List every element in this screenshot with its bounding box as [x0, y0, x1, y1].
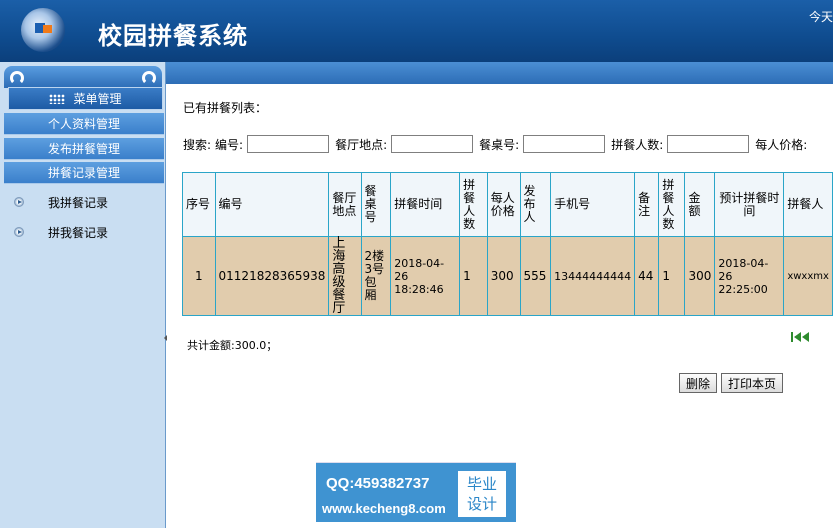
search-label: 搜索: — [183, 137, 212, 152]
col-header: 拼餐人 — [783, 172, 833, 237]
list-title: 已有拼餐列表： — [183, 101, 268, 115]
watermark-badge-line: 设计 — [466, 495, 497, 513]
cell-index: 1 — [182, 236, 216, 316]
col-header: 编号 — [214, 172, 330, 237]
sidebar-item-records[interactable]: 拼餐记录管理 — [4, 162, 164, 184]
sidebar-menu-header[interactable]: 菜单管理 — [8, 87, 163, 110]
cell-note: 44 — [634, 236, 660, 316]
col-header: 备注 — [634, 172, 660, 237]
cell-joined-count: 1 — [658, 236, 686, 316]
search-label-price: 每人价格: — [755, 137, 808, 152]
watermark-qq: QQ:459382737 — [326, 475, 430, 492]
table-row[interactable]: 1 01121828365938 上海高级餐厅 2楼3号包厢 2018-04-2… — [182, 236, 833, 316]
col-header: 餐厅地点 — [328, 172, 362, 237]
nav-joined-records[interactable]: 拼我餐记录 — [4, 218, 164, 246]
sidebar-top-tab — [4, 66, 162, 88]
nav-my-records[interactable]: 我拼餐记录 — [4, 188, 164, 216]
ring-icon — [10, 71, 24, 85]
col-header: 金额 — [684, 172, 716, 237]
grid-icon — [49, 93, 66, 104]
nav-label: 我拼餐记录 — [48, 195, 109, 210]
print-button[interactable]: 打印本页 — [721, 373, 784, 393]
app-title: 校园拼餐系统 — [98, 21, 248, 50]
search-label-table: 餐桌号: — [479, 137, 520, 152]
app-window: 校园拼餐系统 今天 菜单管理 个人资料管理 发布拼餐管理 拼餐记录管理 我拼餐记… — [0, 0, 833, 528]
cell-location: 上海高级餐厅 — [328, 236, 362, 316]
cell-publisher: 555 — [519, 236, 552, 316]
ring-icon — [142, 71, 156, 85]
sidebar-item-profile[interactable]: 个人资料管理 — [4, 113, 164, 135]
watermark-url: www.kecheng8.com — [322, 501, 446, 516]
cell-joiner: xwxxmx — [783, 236, 833, 316]
cell-phone: 13444444444 — [550, 236, 636, 316]
search-input-id[interactable] — [247, 135, 330, 153]
col-header: 拼餐时间 — [390, 172, 461, 237]
watermark-badge-line: 毕业 — [466, 475, 497, 493]
search-input-location[interactable] — [391, 135, 474, 153]
col-header: 序号 — [182, 172, 216, 237]
watermark-badge: 毕业 设计 — [458, 471, 506, 517]
search-input-table[interactable] — [523, 135, 606, 153]
cell-price: 300 — [486, 236, 521, 316]
table-header-row: 序号 编号 餐厅地点 餐桌号 拼餐时间 拼餐人数 每人价格 发布人 手机号 备注… — [182, 172, 833, 237]
col-header: 每人价格 — [486, 172, 521, 237]
nav-label: 拼我餐记录 — [48, 225, 109, 240]
cell-table-no: 2楼3号包厢 — [360, 236, 392, 316]
records-table: 序号 编号 餐厅地点 餐桌号 拼餐时间 拼餐人数 每人价格 发布人 手机号 备注… — [182, 172, 833, 316]
cell-count: 1 — [459, 236, 488, 316]
search-bar: 搜索: 编号: 餐厅地点: 餐桌号: 拼餐人数: 每人价格: — [183, 134, 811, 154]
cell-id: 01121828365938 — [214, 236, 330, 316]
cell-planned-time: 2018-04-26 22:25:00 — [714, 236, 785, 316]
search-label-location: 餐厅地点: — [335, 137, 388, 152]
logo-orange-square — [43, 25, 52, 33]
search-label-count: 拼餐人数: — [611, 137, 664, 152]
app-header: 校园拼餐系统 今天 — [0, 0, 833, 62]
first-page-icon[interactable] — [790, 331, 812, 343]
col-header: 发布人 — [519, 172, 552, 237]
watermark-banner: QQ:459382737 www.kecheng8.com 毕业 设计 — [316, 462, 516, 522]
today-label: 今天 — [808, 10, 833, 24]
cell-time: 2018-04-26 18:28:46 — [390, 236, 461, 316]
col-header: 手机号 — [550, 172, 636, 237]
col-header: 拼餐人数 — [459, 172, 488, 237]
app-logo — [21, 8, 65, 52]
arrow-bullet-icon — [14, 227, 24, 237]
search-label-id: 编号: — [215, 137, 244, 152]
search-input-count[interactable] — [667, 135, 750, 153]
delete-button[interactable]: 删除 — [679, 373, 718, 393]
col-header: 预计拼餐时间 — [714, 172, 785, 237]
sidebar: 菜单管理 个人资料管理 发布拼餐管理 拼餐记录管理 我拼餐记录 拼我餐记录 — [0, 62, 166, 528]
col-header: 拼餐人数 — [658, 172, 686, 237]
sidebar-item-publish[interactable]: 发布拼餐管理 — [4, 138, 164, 160]
col-header: 餐桌号 — [360, 172, 392, 237]
cell-amount: 300 — [684, 236, 716, 316]
menu-title: 菜单管理 — [73, 92, 122, 106]
arrow-bullet-icon — [14, 197, 24, 207]
total-amount: 共计金额:300.0； — [187, 339, 278, 352]
